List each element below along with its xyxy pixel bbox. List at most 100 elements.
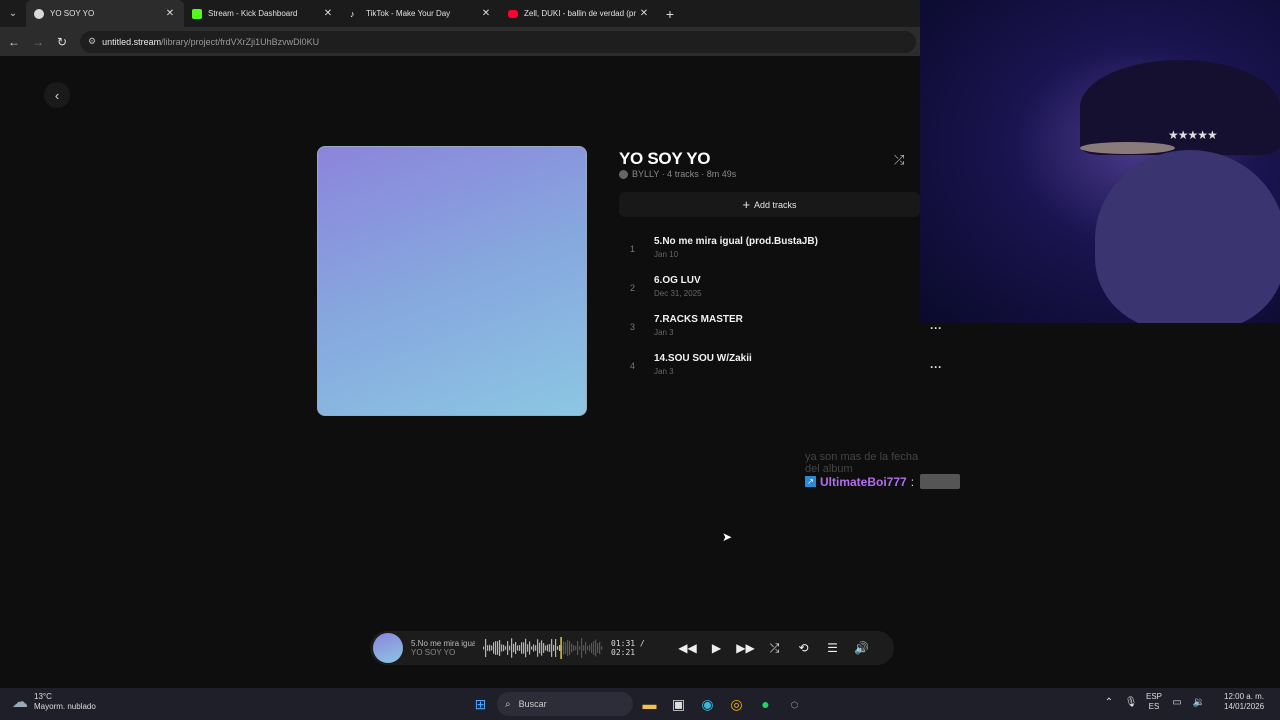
waveform-bar (529, 641, 531, 655)
track-row[interactable]: 3 7.RACKS MASTER Jan 3 ··· (630, 314, 950, 353)
chat-badge-icon: ↗ (805, 476, 816, 487)
player-track-info: 5.No me mira igual (prod.BustaJB) YO SOY… (411, 639, 475, 657)
track-name: 7.RACKS MASTER (654, 314, 743, 325)
rewind-icon[interactable]: ◀◀ (673, 641, 702, 655)
tiktok-icon: ♪ (350, 8, 355, 19)
track-row[interactable]: 2 6.OG LUV Dec 31, 2025 (630, 275, 950, 314)
waveform-bar (525, 638, 527, 658)
language-indicator[interactable]: ESP ES (1142, 692, 1166, 712)
tab-search-icon[interactable]: ⌄ (0, 0, 26, 27)
waveform-bar (567, 640, 569, 656)
waveform-bar (593, 641, 595, 655)
chrome-icon[interactable]: ◎ (722, 692, 751, 716)
speaker-icon[interactable]: 🔉 (1188, 697, 1210, 708)
url-host: untitled.stream (102, 36, 162, 47)
shuffle-icon[interactable]: ⤮ (760, 641, 789, 656)
shuffle-icon[interactable]: ⤮ (894, 152, 904, 168)
file-explorer-icon[interactable]: ▬ (635, 692, 664, 716)
waveform-bar (513, 643, 515, 653)
project-meta-text: BYLLY · 4 tracks · 8m 49s (632, 169, 737, 179)
track-row[interactable]: 4 14.SOU SOU W/Zakii Jan 3 ··· (630, 353, 950, 392)
waveform-bar (505, 646, 507, 650)
waveform-bar (563, 641, 565, 655)
microphone-icon[interactable]: 🎙 (1120, 697, 1142, 708)
waveform-bar (545, 645, 547, 651)
fast-forward-icon[interactable]: ▶▶ (731, 641, 760, 655)
waveform-bar (489, 644, 491, 652)
taskbar: ☁ 13°C Mayorm. nublado ⊞ ⌕ Buscar ▬ ▣ ◉ … (0, 688, 1280, 720)
tab-title: Stream - Kick Dashboard (208, 9, 298, 18)
waveform-bar (569, 640, 571, 656)
store-icon[interactable]: ▣ (664, 692, 693, 716)
forward-arrow-icon[interactable]: → (26, 35, 50, 49)
more-options-icon[interactable]: ··· (930, 321, 942, 335)
edge-icon[interactable]: ◉ (693, 692, 722, 716)
project-title: YO SOY YO (619, 149, 711, 168)
close-tab-icon[interactable]: ✕ (164, 8, 176, 19)
clock[interactable]: 12:00 a. m. 14/01/2026 (1224, 692, 1264, 712)
repeat-icon[interactable]: ⟲ (789, 641, 818, 655)
windows-start-icon[interactable]: ⊞ (466, 692, 495, 716)
waveform-bar (579, 645, 581, 651)
chevron-up-icon[interactable]: ⌃ (1098, 697, 1120, 708)
track-number: 3 (630, 322, 636, 332)
waveform-bar (587, 645, 589, 651)
waveform-bar (601, 646, 603, 650)
cap-stars-decoration: ★★★★★ (1168, 128, 1218, 142)
chevron-left-icon: ‹ (54, 87, 60, 103)
waveform-bar (591, 642, 593, 654)
waveform-bar (495, 641, 497, 655)
weather-widget[interactable]: ☁ 13°C Mayorm. nublado (12, 692, 96, 712)
lang-top: ESP (1145, 692, 1162, 701)
playhead[interactable] (560, 637, 562, 659)
address-bar[interactable]: ⚙ untitled.stream /library/project/frdVX… (80, 30, 916, 53)
waveform-bar (539, 642, 541, 654)
tab-tiktok[interactable]: ♪ TikTok - Make Your Day ✕ (342, 0, 500, 27)
waveform-bar (507, 641, 509, 655)
track-list: 1 5.No me mira igual (prod.BustaJB) Jan … (630, 236, 950, 392)
taskbar-search[interactable]: ⌕ Buscar (497, 692, 633, 716)
play-icon[interactable]: ▶ (702, 641, 731, 655)
track-number: 2 (630, 283, 636, 293)
mouse-cursor-icon: ➤ (722, 530, 733, 544)
webcam-overlay: ★★★★★ (920, 0, 1280, 323)
waveform-bar (565, 642, 567, 654)
new-tab-button[interactable]: + (658, 6, 682, 22)
track-date: Jan 3 (654, 328, 674, 337)
add-tracks-button[interactable]: + Add tracks (619, 192, 920, 217)
chat-message-faded: ya son mas de la fecha del album (805, 451, 919, 475)
reload-icon[interactable]: ↻ (50, 35, 74, 49)
search-icon: ⌕ (505, 698, 511, 710)
waveform-bar (585, 641, 587, 655)
queue-icon[interactable]: ☰ (818, 641, 847, 655)
close-tab-icon[interactable]: ✕ (638, 8, 650, 19)
volume-icon[interactable]: 🔊 (847, 641, 876, 655)
waveform-bar (557, 646, 559, 650)
back-arrow-icon[interactable]: ← (2, 35, 26, 49)
waveform-bar (583, 645, 585, 651)
project-cover-art (317, 146, 587, 416)
url-path: /library/project/frdVXrZji1UhBzvwDl0KU (161, 36, 320, 47)
display-icon[interactable]: ▭ (1166, 697, 1188, 708)
system-tray: ⌃ 🎙 ESP ES ▭ 🔉 12:00 a. m. 14/01/2026 (1098, 692, 1264, 712)
close-tab-icon[interactable]: ✕ (480, 8, 492, 19)
tab-kick-dashboard[interactable]: Stream - Kick Dashboard ✕ (184, 0, 342, 27)
tab-title: YO SOY YO (50, 9, 95, 18)
waveform-bar (531, 646, 533, 650)
waveform-bar (573, 645, 575, 651)
track-row[interactable]: 1 5.No me mira igual (prod.BustaJB) Jan … (630, 236, 950, 275)
waveform-bar (597, 643, 599, 653)
spotify-icon[interactable]: ● (751, 692, 780, 716)
back-button[interactable]: ‹ (44, 82, 70, 108)
browser-tab-strip: ⌄ YO SOY YO ✕ Stream - Kick Dashboard ✕ … (0, 0, 920, 27)
tab-youtube[interactable]: Zell, DUKI - ballin de verdad (pr ✕ (500, 0, 658, 27)
waveform-scrubber[interactable] (483, 636, 603, 660)
waveform-bar (581, 638, 583, 658)
site-info-icon[interactable]: ⚙ (88, 36, 96, 47)
waveform-bar (483, 646, 485, 650)
player-track-title: 5.No me mira igual (prod.BustaJB) (411, 639, 475, 648)
obs-icon[interactable]: ◌ (780, 692, 809, 716)
more-options-icon[interactable]: ··· (930, 360, 942, 374)
tab-yo-soy-yo[interactable]: YO SOY YO ✕ (26, 0, 184, 27)
close-tab-icon[interactable]: ✕ (322, 8, 334, 19)
